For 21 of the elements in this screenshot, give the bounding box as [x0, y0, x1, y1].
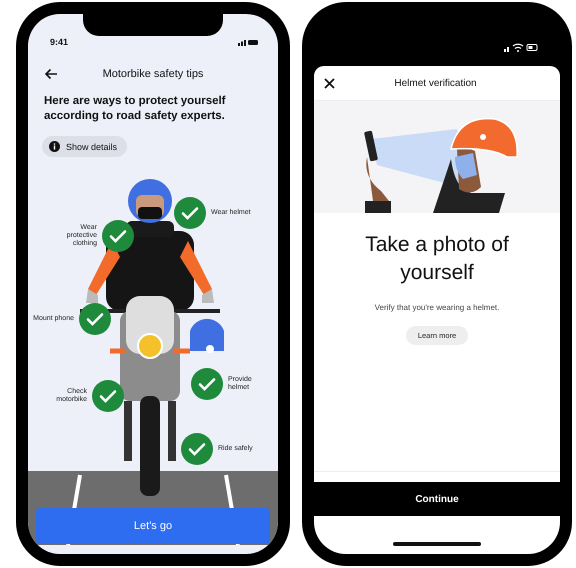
close-icon[interactable] [324, 78, 335, 88]
helmet-icon [190, 318, 224, 353]
check-icon [102, 220, 134, 252]
info-icon [49, 141, 60, 152]
continue-button[interactable]: Continue [314, 482, 560, 516]
signal-battery-icon [238, 38, 258, 46]
intro-text: Here are ways to protect yourself according to road safety experts. [44, 94, 227, 124]
check-icon [174, 197, 206, 229]
status-icons [504, 43, 538, 52]
check-icon [191, 368, 223, 400]
screen-title: Helmet verification [393, 78, 478, 88]
check-icon [79, 303, 111, 335]
heading: Take a photo of yourself [364, 232, 510, 286]
back-arrow-icon[interactable] [44, 68, 58, 80]
show-details-chip[interactable]: Show details [42, 136, 128, 157]
check-icon [181, 433, 213, 465]
check-icon [92, 380, 124, 412]
description-text: Verify that you're wearing a helmet. [374, 303, 500, 312]
status-time: 9:41 [50, 37, 68, 47]
lets-go-button[interactable]: Let's go [36, 508, 270, 544]
screen-title: Motorbike safety tips [102, 68, 204, 80]
